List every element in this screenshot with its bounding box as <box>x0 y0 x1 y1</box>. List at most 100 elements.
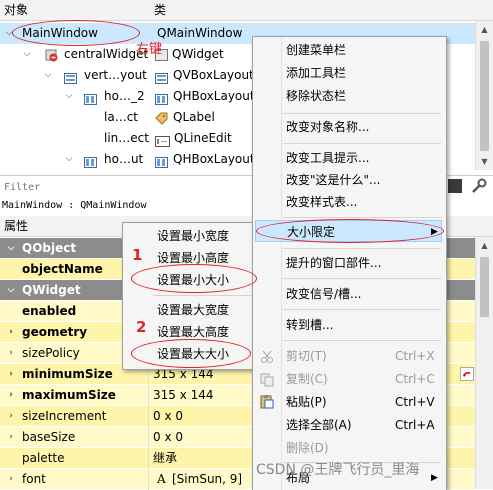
tree-item-class-cell: QHBoxLayout <box>155 86 255 107</box>
menu-item-label: 剪切(T) <box>286 349 327 363</box>
annotation-right-click-label: 右键 <box>136 42 163 57</box>
class-column-header[interactable]: 类 <box>150 0 493 21</box>
column-divider <box>148 406 149 427</box>
menu-item-cut[interactable]: 剪切(T) Ctrl+X <box>253 345 444 367</box>
submenu-arrow-icon: ▶ <box>431 473 438 483</box>
annotation-step-2: 2 <box>136 318 147 336</box>
column-divider <box>148 385 149 406</box>
property-name: palette <box>22 451 65 465</box>
menu-item-shortcut: Ctrl+A <box>395 418 435 432</box>
property-scrollbar[interactable]: ▲ <box>475 237 493 489</box>
property-value[interactable]: 继承 <box>153 448 177 469</box>
chevron-down-icon[interactable]: ⌵ <box>22 44 32 65</box>
menu-item-select-all[interactable]: 选择全部(A) Ctrl+A <box>253 414 444 436</box>
property-name: font <box>22 472 46 486</box>
object-column-header[interactable]: 对象 <box>0 0 150 21</box>
menu-item-label: 改变"这是什么"... <box>286 173 381 187</box>
chevron-down-icon[interactable]: ⌵ <box>43 65 53 86</box>
property-value[interactable]: [SimSun, 9] <box>172 469 242 490</box>
tree-item-class: QHBoxLayout <box>173 152 255 166</box>
reset-property-icon[interactable] <box>460 367 474 381</box>
menu-item-change-tooltip[interactable]: 改变工具提示... <box>253 147 444 169</box>
menu-item-label: 设置最小宽度 <box>157 229 230 243</box>
tree-item-class: QWidget <box>172 47 224 61</box>
chevron-right-icon[interactable]: › <box>6 469 16 490</box>
layout-icon <box>64 70 77 84</box>
inspector-scrollbar[interactable]: ▲ ▼ <box>475 21 493 170</box>
menu-separator <box>283 340 441 341</box>
tree-item-class: QVBoxLayout <box>173 68 254 82</box>
menu-item-change-stylesheet[interactable]: 改变样式表... <box>253 191 444 213</box>
menu-item-paste[interactable]: 粘贴(P) Ctrl+V <box>253 391 444 413</box>
menu-item-remove-statusbar[interactable]: 移除状态栏 <box>253 85 444 107</box>
tree-item-class: QHBoxLayout <box>173 89 255 103</box>
chevron-down-icon[interactable]: ⌵ <box>6 280 16 301</box>
scroll-thumb[interactable] <box>480 257 489 317</box>
menu-item-label: 移除状态栏 <box>286 89 347 103</box>
chevron-right-icon[interactable]: › <box>6 406 16 427</box>
property-column-label: 属性 <box>4 219 29 233</box>
scroll-down-icon[interactable]: ▼ <box>476 153 493 170</box>
hbox-layout-icon <box>155 154 168 175</box>
menu-item-label: 改变工具提示... <box>286 151 370 165</box>
menu-item-change-object-name[interactable]: 改变对象名称... <box>253 116 444 138</box>
tree-item-class: QLineEdit <box>174 131 232 145</box>
chevron-right-icon[interactable]: › <box>6 343 16 364</box>
tree-item-class: QLabel <box>173 110 215 124</box>
menu-item-promoted-widgets[interactable]: 提升的窗口部件... <box>253 252 444 274</box>
menu-separator <box>283 217 441 218</box>
menu-item-set-min-width[interactable]: 设置最小宽度 <box>123 225 256 247</box>
layout-icon <box>84 154 97 175</box>
chevron-right-icon[interactable]: › <box>6 427 16 448</box>
widget-broken-layout-icon <box>45 48 58 62</box>
watermark: CSDN @王牌飞行员_里海 <box>256 462 420 478</box>
annotation-circle-size-constraints <box>256 219 444 243</box>
menu-item-go-to-slot[interactable]: 转到槽... <box>253 314 444 336</box>
menu-item-add-toolbar[interactable]: 添加工具栏 <box>253 62 444 84</box>
annotation-step-1: 1 <box>132 246 143 264</box>
scroll-up-icon[interactable]: ▲ <box>476 21 493 38</box>
tree-item-class-cell: QWidget <box>155 44 224 65</box>
tree-item-name: ho…_2 <box>104 89 145 103</box>
chevron-right-icon[interactable]: › <box>6 322 16 343</box>
property-name: baseSize <box>22 430 76 444</box>
wrench-icon[interactable] <box>470 178 488 194</box>
column-divider <box>148 469 149 490</box>
menu-item-create-menubar[interactable]: 创建菜单栏 <box>253 39 444 61</box>
scroll-thumb[interactable] <box>480 41 489 151</box>
menu-separator <box>283 309 441 310</box>
property-group-label: QWidget <box>22 283 81 297</box>
menu-item-change-whatsthis[interactable]: 改变"这是什么"... <box>253 169 444 191</box>
chevron-down-icon[interactable]: ⌵ <box>64 86 74 107</box>
property-name: sizeIncrement <box>22 409 107 423</box>
menu-separator <box>283 278 441 279</box>
menu-separator <box>283 248 441 249</box>
chevron-right-icon[interactable]: › <box>6 385 16 406</box>
menu-item-change-signals-slots[interactable]: 改变信号/槽... <box>253 283 444 305</box>
tree-item-class: QMainWindow <box>157 26 243 40</box>
menu-item-label: 提升的窗口部件... <box>286 256 382 270</box>
chevron-right-icon[interactable]: › <box>6 364 16 385</box>
menu-item-shortcut: Ctrl+V <box>395 395 435 409</box>
menu-item-copy[interactable]: 复制(C) Ctrl+C <box>253 368 444 390</box>
tree-item-class-cell: QHBoxLayout <box>155 149 255 170</box>
object-column-label: 对象 <box>4 3 29 17</box>
chevron-down-icon[interactable]: ⌵ <box>64 149 74 170</box>
property-name: maximumSize <box>22 388 116 402</box>
annotation-circle-mainwindow <box>12 20 140 46</box>
menu-separator <box>283 143 441 144</box>
property-value[interactable]: 315 x 144 <box>153 385 214 406</box>
tree-item-name: lin…ect <box>104 131 149 145</box>
tree-item-name: la…ct <box>104 110 138 124</box>
menu-separator <box>283 113 441 114</box>
clear-filter-icon[interactable] <box>448 179 462 193</box>
property-value[interactable]: 0 x 0 <box>153 406 183 427</box>
property-value[interactable]: 0 x 0 <box>153 427 183 448</box>
tree-item-class-cell: QLabel <box>155 107 215 128</box>
menu-item-shortcut: Ctrl+C <box>395 372 435 386</box>
scroll-up-icon[interactable]: ▲ <box>476 237 493 254</box>
menu-item-delete[interactable]: 删除(D) <box>253 437 444 459</box>
chevron-down-icon[interactable]: ⌵ <box>6 238 16 259</box>
menu-item-label: 选择全部(A) <box>286 418 352 432</box>
tree-item-name: vert…yout <box>84 68 147 82</box>
